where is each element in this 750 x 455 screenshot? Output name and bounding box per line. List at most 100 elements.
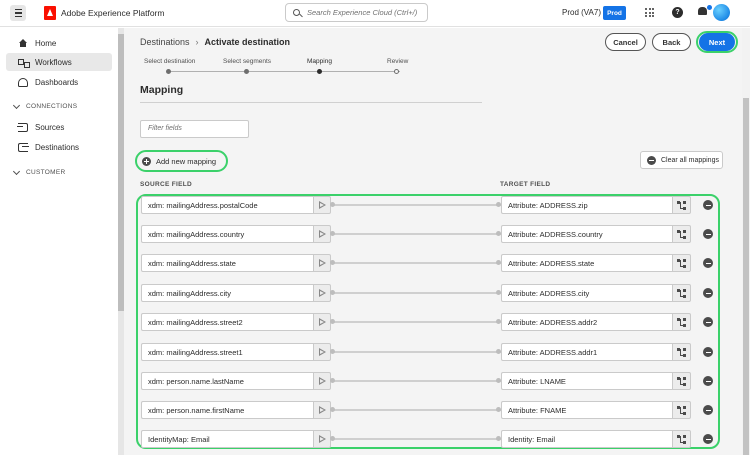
select-source-button[interactable] [313,196,331,214]
source-field-input[interactable]: xdm: mailingAddress.postalCode [141,196,313,214]
select-source-button[interactable] [313,372,331,390]
help-icon[interactable]: ? [672,7,683,18]
target-field-input[interactable]: Attribute: ADDRESS.country [501,225,672,243]
select-target-button[interactable] [672,254,691,272]
mapping-connector [331,438,501,440]
source-field-input[interactable]: xdm: person.name.lastName [141,372,313,390]
source-field-input[interactable]: xdm: mailingAddress.city [141,284,313,302]
target-field-input[interactable]: Attribute: FNAME [501,401,672,419]
pointer-icon [319,406,326,414]
select-target-button[interactable] [672,225,691,243]
select-source-button[interactable] [313,401,331,419]
select-source-button[interactable] [313,343,331,361]
menu-icon[interactable] [10,5,26,21]
source-field-input[interactable]: IdentityMap: Email [141,430,313,448]
remove-mapping-icon[interactable] [703,376,713,386]
sidebar-item-destinations[interactable]: Destinations [6,138,112,156]
section-customer[interactable]: CUSTOMER [12,167,66,176]
step-select-destination: Select destination [144,58,196,65]
select-source-button[interactable] [313,254,331,272]
next-button[interactable]: Next [699,33,735,51]
filter-placeholder: Filter fields [148,125,182,132]
remove-mapping-icon[interactable] [703,347,713,357]
select-target-button[interactable] [672,196,691,214]
remove-mapping-icon[interactable] [703,229,713,239]
select-source-button[interactable] [313,284,331,302]
connector-dot [330,407,335,412]
sidebar-item-workflows[interactable]: Workflows [6,53,112,71]
select-target-button[interactable] [672,430,691,448]
mapping-row: xdm: mailingAddress.postalCode Attribute… [124,196,742,214]
pointer-icon [319,318,326,326]
source-field-header: SOURCE FIELD [140,181,192,188]
pointer-icon [319,201,326,209]
schema-icon [677,348,687,357]
sidebar-item-sources[interactable]: Sources [6,118,112,136]
add-new-mapping-button[interactable]: Add new mapping [142,154,216,168]
remove-mapping-icon[interactable] [703,200,713,210]
source-field-input[interactable]: xdm: mailingAddress.country [141,225,313,243]
target-field-input[interactable]: Attribute: ADDRESS.state [501,254,672,272]
source-field-input[interactable]: xdm: mailingAddress.state [141,254,313,272]
target-field-input[interactable]: Identity: Email [501,430,672,448]
section-label: CONNECTIONS [26,103,78,110]
step-mapping: Mapping [307,58,332,65]
mapping-row: xdm: person.name.lastName Attribute: LNA… [124,372,742,390]
pointer-icon [319,230,326,238]
target-field-input[interactable]: Attribute: ADDRESS.addr2 [501,313,672,331]
back-button[interactable]: Back [652,33,691,51]
select-target-button[interactable] [672,343,691,361]
sidebar-item-dashboards[interactable]: Dashboards [6,73,112,91]
source-field-input[interactable]: xdm: person.name.firstName [141,401,313,419]
mapping-connector [331,292,501,294]
step-review: Review [387,58,409,65]
search-icon [293,9,300,16]
clear-all-mappings-button[interactable]: Clear all mappings [640,151,723,169]
chevron-down-icon [12,167,21,175]
target-field-input[interactable]: Attribute: LNAME [501,372,672,390]
connector-dot [330,436,335,441]
select-target-button[interactable] [672,284,691,302]
target-field-input[interactable]: Attribute: ADDRESS.addr1 [501,343,672,361]
target-field-input[interactable]: Attribute: ADDRESS.zip [501,196,672,214]
org-switcher[interactable]: Prod (VA7) [562,8,601,17]
remove-mapping-icon[interactable] [703,317,713,327]
remove-mapping-icon[interactable] [703,405,713,415]
step-select-segments: Select segments [223,58,272,65]
breadcrumb-destinations[interactable]: Destinations [140,37,190,47]
select-source-button[interactable] [313,225,331,243]
select-target-button[interactable] [672,401,691,419]
target-field-input[interactable]: Attribute: ADDRESS.city [501,284,672,302]
select-source-button[interactable] [313,313,331,331]
notifications-icon[interactable] [698,7,707,17]
source-field-input[interactable]: xdm: mailingAddress.street1 [141,343,313,361]
select-target-button[interactable] [672,313,691,331]
section-label: CUSTOMER [26,169,66,176]
main-scrollbar-thumb[interactable] [743,98,749,455]
select-source-button[interactable] [313,430,331,448]
apps-icon[interactable] [645,8,654,17]
remove-mapping-icon[interactable] [703,288,713,298]
step-dot-done [166,69,171,74]
sandbox-badge[interactable]: Prod [603,6,626,20]
source-field-input[interactable]: xdm: mailingAddress.street2 [141,313,313,331]
remove-mapping-icon[interactable] [703,258,713,268]
pointer-icon [319,348,326,356]
mapping-connector [331,351,501,353]
schema-icon [677,406,687,415]
select-target-button[interactable] [672,372,691,390]
stepper-track [168,71,400,72]
avatar[interactable] [713,4,730,21]
remove-circle-icon [647,155,656,165]
section-connections[interactable]: CONNECTIONS [12,101,78,110]
mapping-row: IdentityMap: Email Identity: Email [124,430,742,448]
connector-dot [330,231,335,236]
connector-dot [330,202,335,207]
remove-mapping-icon[interactable] [703,434,713,444]
filter-fields-input[interactable]: Filter fields [140,120,249,138]
search-input[interactable]: Search Experience Cloud (Ctrl+/) [285,3,428,22]
pointer-icon [319,259,326,267]
sidebar-item-home[interactable]: Home [6,34,112,52]
notification-badge [707,5,712,10]
cancel-button[interactable]: Cancel [605,33,646,51]
